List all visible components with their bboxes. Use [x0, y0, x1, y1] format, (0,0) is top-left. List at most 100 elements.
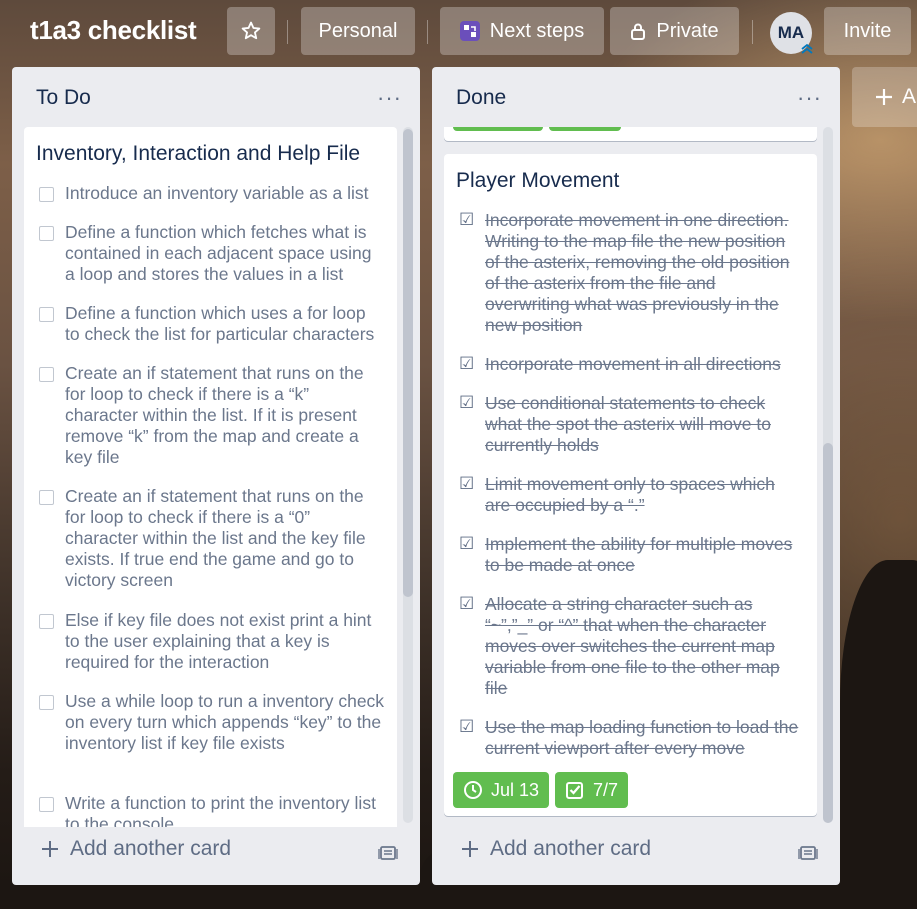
cards-container: Player Movement ☑ Incorporate movement i…: [444, 127, 817, 827]
checklist-item: ☑ Implement the ability for multiple mov…: [459, 534, 803, 576]
next-steps-button[interactable]: Next steps: [440, 7, 604, 55]
star-button[interactable]: [227, 7, 275, 55]
star-icon: [241, 21, 261, 40]
checkmark-icon[interactable]: ☑: [459, 474, 477, 516]
due-date-badge[interactable]: Jul 13: [453, 772, 550, 808]
next-steps-label: Next steps: [489, 19, 585, 42]
checklist-item: ☑ Use conditional statements to check wh…: [459, 393, 803, 456]
checklist-item: Write a function to print the inventory …: [39, 793, 385, 827]
checklist-item-text: Write a function to print the inventory …: [65, 793, 376, 827]
checklist-item: Define a function which uses a for loop …: [39, 303, 385, 345]
more-icon[interactable]: ···: [797, 85, 822, 111]
checkmark-icon[interactable]: ☑: [459, 354, 477, 375]
checklist-item-text: Incorporate movement in all directions: [485, 354, 781, 374]
avatar[interactable]: MA: [770, 12, 813, 54]
add-card-label: Add another card: [490, 837, 652, 860]
avatar-initials: MA: [777, 23, 805, 42]
checklist-card[interactable]: Player Movement ☑ Incorporate movement i…: [444, 154, 817, 816]
checklist-item-text: Allocate a string character such as “~”,…: [485, 594, 780, 698]
checklist-item: Else if key file does not exist print a …: [39, 610, 385, 673]
checklist-item-text: Use the map loading function to load the…: [485, 717, 799, 758]
card-title: Inventory, Interaction and Help File: [36, 142, 361, 165]
checkmark-icon[interactable]: ☑: [459, 534, 477, 576]
card-badges: Jul 13 7/7: [453, 772, 629, 808]
checkbox[interactable]: [39, 307, 54, 322]
tree-silhouette: [840, 560, 917, 909]
checkbox[interactable]: [39, 614, 54, 629]
checkbox[interactable]: [39, 490, 54, 505]
invite-button[interactable]: Invite: [824, 7, 911, 55]
badge-partial: [453, 127, 543, 131]
list-title[interactable]: To Do: [36, 86, 91, 110]
badge-partial: [549, 127, 621, 131]
private-label: Private: [656, 19, 719, 42]
checklist-item-text: Define a function which uses a for loop …: [65, 303, 375, 344]
lock-icon: [631, 23, 646, 40]
clock-icon: [464, 781, 482, 799]
checkbox[interactable]: [39, 187, 54, 202]
personal-label: Personal: [318, 19, 398, 42]
card-title: Player Movement: [456, 169, 620, 192]
list-done: Done ··· Player Movement ☑ Incorporate m…: [432, 67, 840, 885]
scrollbar-thumb[interactable]: [823, 443, 833, 823]
checkmark-icon[interactable]: ☑: [459, 717, 477, 759]
powerup-icon: [459, 21, 480, 41]
plus-icon: [42, 841, 58, 857]
board-header: t1a3 checklist Personal Next steps Priva…: [0, 0, 917, 64]
template-icon[interactable]: [378, 843, 398, 863]
add-list-button[interactable]: A: [852, 67, 917, 127]
scrollbar-thumb[interactable]: [403, 129, 413, 597]
checklist-item-text: Define a function which fetches what is …: [65, 222, 372, 284]
scrollbar[interactable]: [403, 127, 413, 823]
checklist-item: Define a function which fetches what is …: [39, 222, 385, 285]
checklist-badge[interactable]: 7/7: [555, 772, 629, 808]
checklist-item: Use a while loop to run a inventory chec…: [39, 691, 385, 754]
admin-chevron-icon: [801, 43, 813, 54]
cards-container: Inventory, Interaction and Help File Int…: [24, 127, 397, 827]
invite-label: Invite: [843, 19, 892, 42]
header-divider: [427, 20, 428, 44]
personal-button[interactable]: Personal: [301, 7, 415, 55]
template-icon[interactable]: [798, 843, 818, 863]
plus-icon: [462, 841, 478, 857]
checklist-item: ☑ Allocate a string character such as “~…: [459, 594, 803, 699]
checklist-item-text: Use a while loop to run a inventory chec…: [65, 691, 385, 753]
checklist-item: ☑ Use the map loading function to load t…: [459, 717, 803, 759]
checklist-item-text: Create an if statement that runs on the …: [65, 486, 366, 590]
card-partial[interactable]: [444, 127, 817, 141]
checkbox[interactable]: [39, 797, 54, 812]
scrollbar[interactable]: [823, 127, 833, 823]
checklist-item: ☑ Limit movement only to spaces which ar…: [459, 474, 803, 516]
more-icon[interactable]: ···: [377, 85, 402, 111]
checklist-item-text: Introduce an inventory variable as a lis…: [65, 183, 369, 203]
add-card-button[interactable]: Add another card: [40, 837, 231, 861]
header-divider: [752, 20, 753, 44]
checkmark-icon[interactable]: ☑: [459, 210, 477, 336]
private-button[interactable]: Private: [610, 7, 739, 55]
checklist-count: 7/7: [593, 779, 619, 800]
checklist-item: Introduce an inventory variable as a lis…: [39, 183, 385, 204]
checklist-item: Create an if statement that runs on the …: [39, 363, 385, 468]
checklist-item-text: Else if key file does not exist print a …: [65, 610, 372, 672]
header-divider: [287, 20, 288, 44]
checkbox[interactable]: [39, 367, 54, 382]
plus-icon: [876, 89, 892, 105]
checkmark-icon[interactable]: ☑: [459, 594, 477, 699]
add-list-label: A: [902, 85, 917, 108]
checklist-item-text: Create an if statement that runs on the …: [65, 363, 364, 467]
board-title[interactable]: t1a3 checklist: [30, 15, 197, 46]
checklist-item: ☑ Incorporate movement in all directions: [459, 354, 803, 375]
list-to-do: To Do ··· Inventory, Interaction and Hel…: [12, 67, 420, 885]
checklist-item-text: Incorporate movement in one direction. W…: [485, 210, 790, 335]
add-card-button[interactable]: Add another card: [460, 837, 651, 861]
checkbox[interactable]: [39, 226, 54, 241]
checkbox[interactable]: [39, 695, 54, 710]
checklist-item: ☑ Incorporate movement in one direction.…: [459, 210, 803, 336]
checklist-item: Create an if statement that runs on the …: [39, 486, 385, 591]
checklist-item-text: Limit movement only to spaces which are …: [485, 474, 775, 515]
checklist-item-text: Implement the ability for multiple moves…: [485, 534, 793, 575]
due-date-label: Jul 13: [491, 779, 540, 800]
checklist-card[interactable]: Inventory, Interaction and Help File Int…: [24, 127, 397, 827]
checkmark-icon[interactable]: ☑: [459, 393, 477, 456]
list-title[interactable]: Done: [456, 86, 506, 110]
